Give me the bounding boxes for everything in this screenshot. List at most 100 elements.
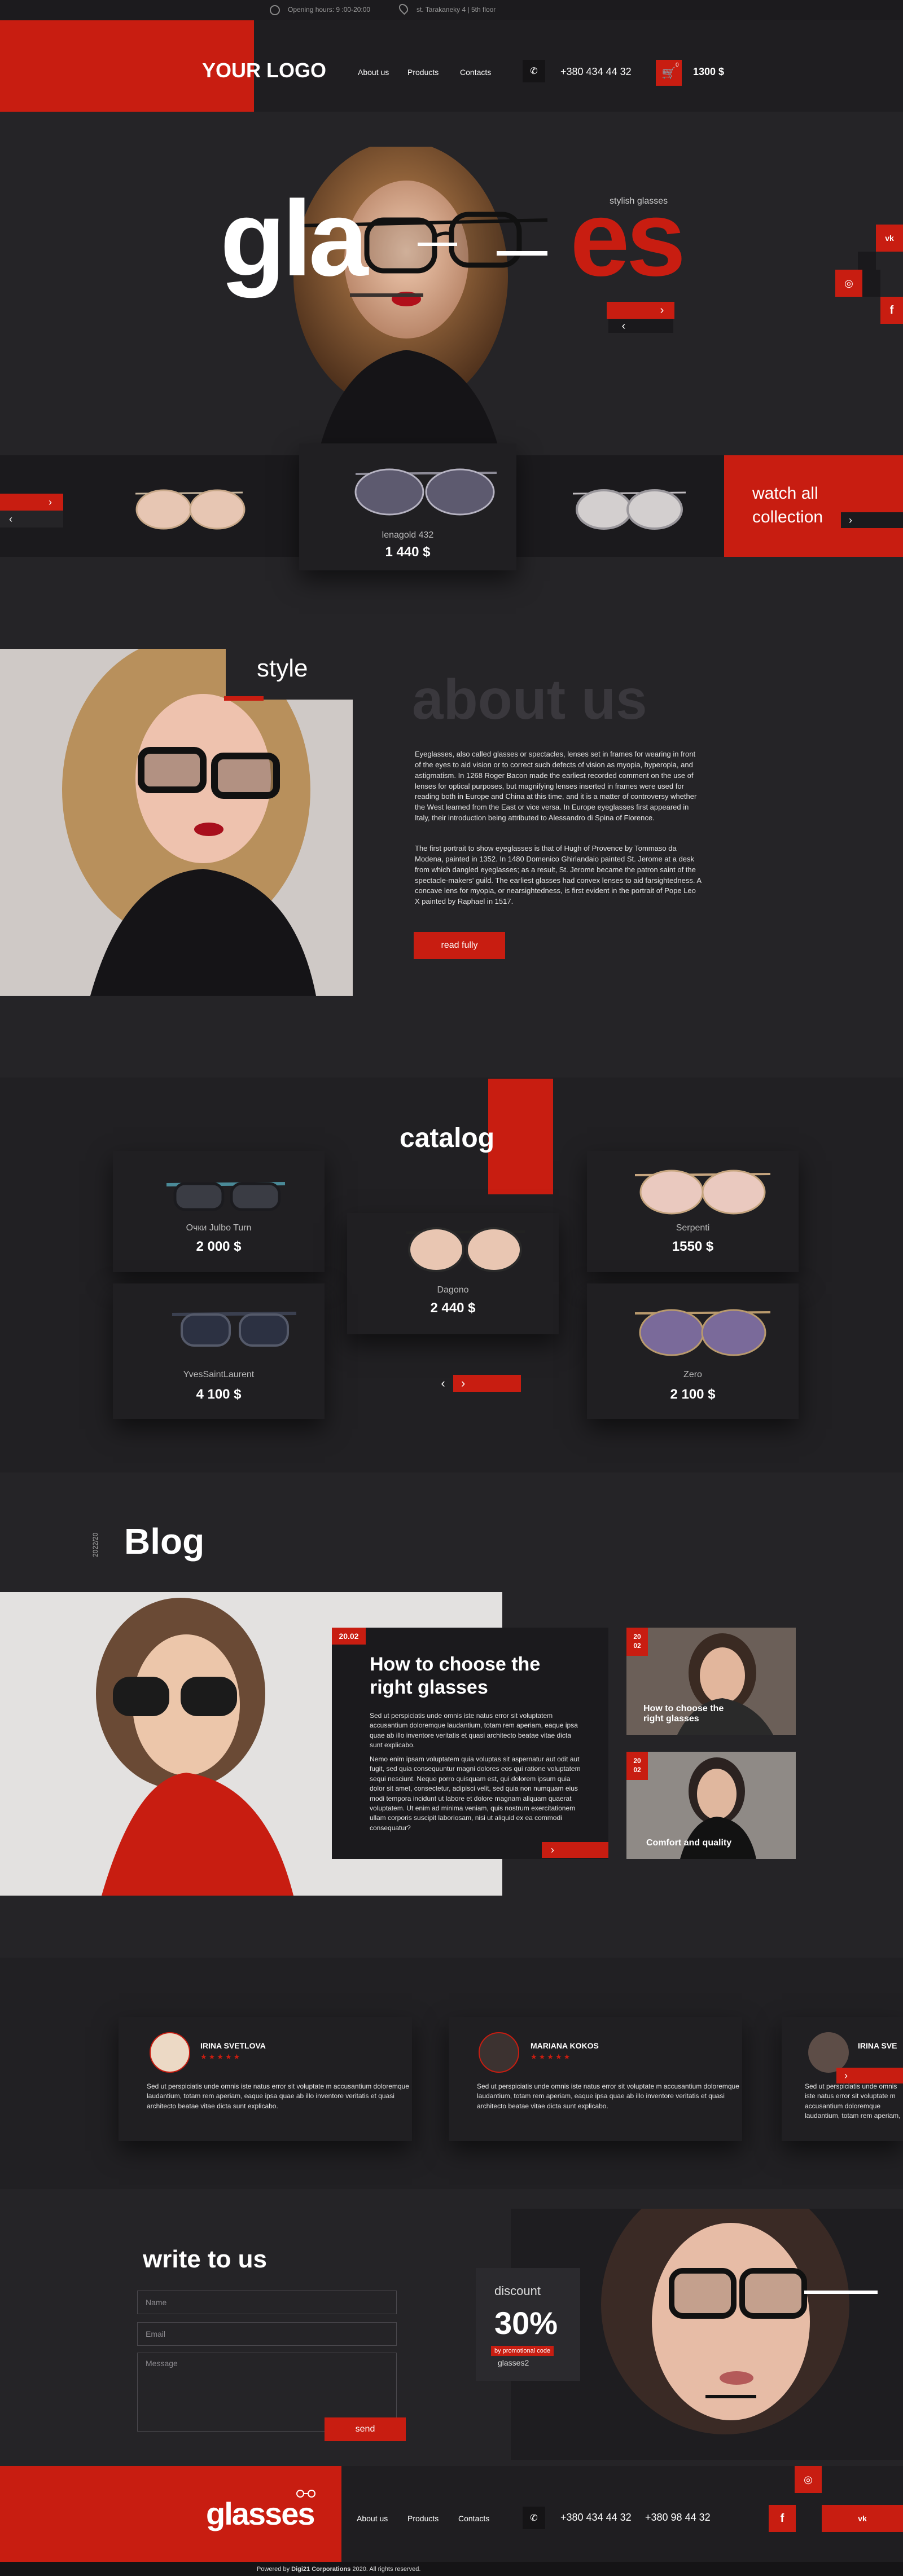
footer-nav-products[interactable]: Products (407, 2514, 439, 2523)
nav-about[interactable]: About us (358, 68, 389, 77)
hero-prev-arrow[interactable]: ‹ (615, 319, 632, 333)
cart-count: 0 (676, 62, 679, 68)
vk-icon[interactable]: vk (876, 225, 903, 252)
footer-phone-icon[interactable]: ✆ (523, 2507, 545, 2529)
watch-all-panel[interactable] (724, 455, 903, 557)
footer-facebook-icon[interactable]: f (769, 2505, 796, 2532)
name-field[interactable] (137, 2291, 397, 2314)
opening-hours: Opening hours: 9 :00-20:00 (288, 6, 371, 14)
carousel-glasses-featured (354, 468, 497, 516)
review-stars-1: ★★★★★ (200, 2052, 242, 2061)
glitch-strip-2 (497, 251, 547, 256)
catalog-price-4: 4 100 $ (196, 1387, 242, 1402)
copyright: Powered by Digi21 Corporations 2020. All… (257, 2566, 420, 2573)
catalog-name-2: Dagonо (437, 1285, 469, 1295)
catalog-price-3: 1550 $ (672, 1239, 714, 1254)
reviews-next[interactable]: › (836, 2068, 903, 2083)
footer-instagram-icon[interactable]: ◎ (795, 2466, 822, 2493)
landing-page: Opening hours: 9 :00-20:00 st. Tarakanek… (0, 0, 903, 2576)
footer-vk-icon[interactable]: vk (822, 2505, 903, 2532)
review-avatar-2 (479, 2032, 519, 2073)
footer-glasses-icon (295, 2489, 317, 2498)
email-field[interactable] (137, 2322, 397, 2346)
review-name-3: IRINA SVE (858, 2041, 897, 2050)
footer-logo[interactable]: glasses (206, 2495, 315, 2532)
about-model-photo (0, 649, 353, 996)
cart-total[interactable]: 1300 $ (693, 66, 724, 78)
header-phone[interactable]: +380 434 44 32 (560, 66, 632, 78)
style-accent (224, 696, 264, 701)
nav-contacts[interactable]: Contacts (460, 68, 491, 77)
blog-year: 2022/20 (91, 1532, 99, 1557)
blog-post-text-1: Sed ut perspiciatis unde omnis iste natu… (370, 1712, 578, 1749)
review-text-1: Sed ut perspiciatis unde omnis iste natu… (147, 2082, 409, 2110)
watch-all-line1[interactable]: watch all (752, 484, 818, 503)
review-stars-2: ★★★★★ (531, 2052, 572, 2061)
catalog-price-5: 2 100 $ (670, 1387, 716, 1402)
hero-tagline: stylish glasses (610, 196, 668, 206)
review-text-2: Sed ut perspiciatis unde omnis iste natu… (477, 2082, 739, 2110)
promo-label: by promotional code (491, 2346, 554, 2356)
hero-next-arrow[interactable]: › (654, 302, 670, 319)
blog-title: Blog (124, 1521, 205, 1562)
footer-phone-1[interactable]: +380 434 44 32 (560, 2512, 632, 2524)
discount-label: discount (494, 2284, 541, 2298)
review-text-3: Sed ut perspiciatis unde omnis iste natu… (805, 2082, 901, 2122)
hero-title-left: gla (220, 179, 369, 298)
review-name-2: MARIANA KOKOS (531, 2041, 599, 2050)
catalog-next[interactable]: › (453, 1375, 521, 1392)
address: st. Tarakaneky 4 | 5th floor (417, 6, 496, 14)
review-avatar-3 (808, 2032, 849, 2073)
blog-side-date-2: 20 02 (626, 1752, 648, 1780)
blog-post-title[interactable]: How to choose the right glasses (370, 1653, 550, 1699)
blog-side-day-2: 20 (633, 1757, 641, 1765)
promo-code: glasses2 (498, 2358, 529, 2367)
carousel-featured-name: lenagold 432 (382, 530, 434, 540)
nav-products[interactable]: Products (407, 68, 439, 77)
review-name-1: IRINA SVETLOVA (200, 2041, 266, 2050)
carousel-glasses-left (135, 489, 246, 530)
blog-side-title-2[interactable]: Comfort and quality (646, 1838, 748, 1848)
blog-side-month-1: 02 (633, 1642, 641, 1650)
watch-all-arrow[interactable]: › (841, 512, 903, 528)
contact-glitch-2 (705, 2395, 756, 2398)
footer-nav-contacts[interactable]: Contacts (458, 2514, 489, 2523)
blog-date-badge: 20.02 (332, 1628, 366, 1645)
logo[interactable]: YOUR LOGO (202, 59, 326, 82)
glitch-strip-1 (350, 293, 423, 297)
product-glasses-4 (172, 1312, 297, 1347)
instagram-icon[interactable]: ◎ (835, 270, 862, 297)
watch-all-line2[interactable]: collection (752, 508, 823, 527)
carousel-prev[interactable]: ‹ (0, 511, 63, 527)
catalog-name-5: Zero (683, 1370, 702, 1379)
carousel-featured-price: 1 440 $ (385, 544, 431, 560)
product-glasses-5 (634, 1309, 771, 1356)
catalog-accent (488, 1079, 553, 1194)
catalog-prev[interactable]: ‹ (435, 1375, 451, 1392)
catalog-name-4: YvesSaintLaurent (183, 1370, 255, 1379)
blog-side-month-2: 02 (633, 1766, 641, 1774)
catalog-price-1: 2 000 $ (196, 1239, 242, 1254)
blog-post-next[interactable]: › (542, 1842, 608, 1858)
review-avatar-1 (150, 2032, 190, 2073)
phone-icon[interactable]: ✆ (523, 60, 545, 82)
facebook-icon[interactable]: f (880, 297, 903, 324)
send-button[interactable]: send (325, 2417, 406, 2441)
footer-phone-2[interactable]: +380 98 44 32 (645, 2512, 711, 2524)
footer-nav-about[interactable]: About us (357, 2514, 388, 2523)
copyright-brand: Digi21 Corporations (291, 2566, 351, 2573)
style-label: style (257, 654, 308, 682)
product-glasses-1 (166, 1182, 286, 1211)
blog-post-text-2: Nemo enim ipsam voluptatem quia voluptas… (370, 1755, 581, 1832)
product-glasses-3 (634, 1170, 771, 1215)
carousel-next[interactable]: › (0, 494, 63, 511)
discount-value: 30% (494, 2305, 558, 2341)
about-paragraph-2: The first portrait to show eyeglasses is… (415, 844, 702, 906)
catalog-name-3: Serpenti (676, 1223, 710, 1233)
copyright-prefix: Powered by (257, 2566, 292, 2573)
read-fully-button[interactable]: read fully (414, 932, 505, 959)
blog-side-day-1: 20 (633, 1633, 641, 1641)
copyright-suffix: 2020. All rights reserved. (350, 2566, 421, 2573)
blog-side-title-1[interactable]: How to choose the right glasses (643, 1704, 739, 1724)
social-spacer-1 (858, 252, 876, 270)
